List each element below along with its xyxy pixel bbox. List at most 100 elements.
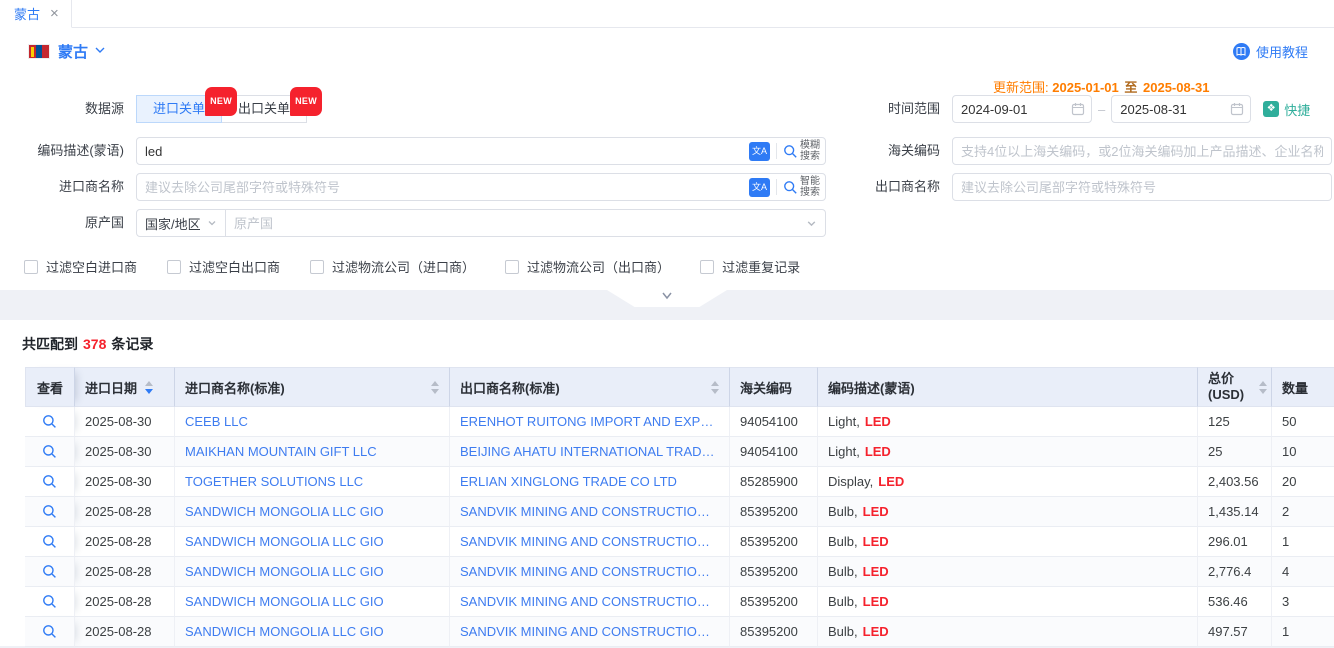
date-end-field[interactable] <box>1111 95 1251 123</box>
tab-import-declarations[interactable]: 进口关单 NEW <box>136 95 222 123</box>
table-row: 2025-08-28 SANDWICH MONGOLIA LLC GIO SAN… <box>25 587 1334 617</box>
checkbox-icon[interactable] <box>24 260 38 274</box>
chevron-down-icon[interactable] <box>94 44 106 59</box>
hs-code-input[interactable] <box>952 137 1332 165</box>
keyword-highlight: LED <box>863 624 889 639</box>
col-total-usd[interactable]: 总价 (USD) <box>1198 367 1272 407</box>
col-import-date[interactable]: 进口日期 <box>75 367 175 407</box>
cell-code-desc: Light, LED <box>818 407 1198 437</box>
tutorial-link[interactable]: 使用教程 <box>1233 42 1308 61</box>
view-record-button[interactable] <box>42 594 57 609</box>
code-desc-input[interactable] <box>136 137 826 165</box>
origin-label: 原产国 <box>24 209 136 237</box>
exporter-link[interactable]: BEIJING AHATU INTERNATIONAL TRADE C... <box>460 444 719 459</box>
col-importer[interactable]: 进口商名称(标准) <box>175 367 450 407</box>
translate-icon[interactable]: 文A <box>749 178 770 197</box>
cell-hs-code: 94054100 <box>730 437 818 467</box>
col-quantity: 数量 <box>1272 367 1334 407</box>
view-record-button[interactable] <box>42 444 57 459</box>
cell-quantity: 50 <box>1272 407 1334 437</box>
region-select[interactable]: 国家/地区 <box>136 209 226 237</box>
view-record-button[interactable] <box>42 624 57 639</box>
view-record-button[interactable] <box>42 504 57 519</box>
cell-total-usd: 497.57 <box>1198 617 1272 647</box>
smart-search-toggle[interactable]: 智能搜索 <box>783 176 820 198</box>
exporter-input[interactable] <box>952 173 1332 201</box>
table-row: 2025-08-28 SANDWICH MONGOLIA LLC GIO SAN… <box>25 497 1334 527</box>
cell-hs-code: 85395200 <box>730 527 818 557</box>
checkbox-icon[interactable] <box>310 260 324 274</box>
cell-code-desc: Bulb, LED <box>818 497 1198 527</box>
chevron-down-icon <box>207 218 217 228</box>
view-record-button[interactable] <box>42 564 57 579</box>
results-panel: 共匹配到378条记录 查看 进口日期 进口商名称(标准) 出口商名称(标准) 海… <box>0 320 1334 646</box>
cell-code-desc: Bulb, LED <box>818 527 1198 557</box>
filter-checkbox[interactable]: 过滤物流公司（出口商） <box>505 257 670 276</box>
quick-select-button[interactable]: ❖ 快捷 <box>1263 100 1310 119</box>
cell-total-usd: 1,435.14 <box>1198 497 1272 527</box>
exporter-link[interactable]: SANDVIK MINING AND CONSTRUCTION L... <box>460 564 719 579</box>
keyword-highlight: LED <box>863 594 889 609</box>
importer-link[interactable]: MAIKHAN MOUNTAIN GIFT LLC <box>185 444 377 459</box>
checkbox-icon[interactable] <box>700 260 714 274</box>
cell-import-date: 2025-08-30 <box>75 407 175 437</box>
translate-icon[interactable]: 文A <box>749 142 770 161</box>
keyword-highlight: LED <box>878 474 904 489</box>
book-icon <box>1233 43 1250 60</box>
col-code-desc: 编码描述(蒙语) <box>818 367 1198 407</box>
exporter-link[interactable]: SANDVIK MINING AND CONSTRUCTION L... <box>460 534 719 549</box>
hs-code-label: 海关编码 <box>842 137 952 165</box>
close-icon[interactable]: × <box>50 6 59 21</box>
checkbox-label: 过滤物流公司（进口商） <box>332 257 475 276</box>
data-source-tabs: 进口关单 NEW 出口关单 NEW <box>136 95 826 123</box>
cell-quantity: 1 <box>1272 617 1334 647</box>
origin-input[interactable] <box>226 209 826 237</box>
tab-mongolia[interactable]: 蒙古 × <box>0 0 72 28</box>
cell-hs-code: 85395200 <box>730 497 818 527</box>
checkbox-icon[interactable] <box>167 260 181 274</box>
cell-quantity: 4 <box>1272 557 1334 587</box>
chevron-down-icon[interactable] <box>806 217 817 232</box>
cell-import-date: 2025-08-28 <box>75 527 175 557</box>
table-row: 2025-08-28 SANDWICH MONGOLIA LLC GIO SAN… <box>25 557 1334 587</box>
cell-import-date: 2025-08-28 <box>75 617 175 647</box>
collapse-filters-handle[interactable] <box>607 290 727 307</box>
fuzzy-search-toggle[interactable]: 模糊搜索 <box>783 140 820 162</box>
filter-checkbox[interactable]: 过滤空白出口商 <box>167 257 280 276</box>
view-record-button[interactable] <box>42 534 57 549</box>
checkbox-label: 过滤物流公司（出口商） <box>527 257 670 276</box>
view-record-button[interactable] <box>42 414 57 429</box>
exporter-link[interactable]: SANDVIK MINING AND CONSTRUCTION L... <box>460 624 719 639</box>
importer-link[interactable]: TOGETHER SOLUTIONS LLC <box>185 474 363 489</box>
exporter-link[interactable]: SANDVIK MINING AND CONSTRUCTION L... <box>460 504 719 519</box>
importer-link[interactable]: SANDWICH MONGOLIA LLC GIO <box>185 534 384 549</box>
importer-link[interactable]: SANDWICH MONGOLIA LLC GIO <box>185 624 384 639</box>
cell-import-date: 2025-08-28 <box>75 497 175 527</box>
filter-checkbox[interactable]: 过滤重复记录 <box>700 257 800 276</box>
sort-icon <box>711 381 719 394</box>
filter-checkbox[interactable]: 过滤物流公司（进口商） <box>310 257 475 276</box>
importer-link[interactable]: SANDWICH MONGOLIA LLC GIO <box>185 594 384 609</box>
view-record-button[interactable] <box>42 474 57 489</box>
cell-quantity: 20 <box>1272 467 1334 497</box>
filter-checkbox-row: 过滤空白进口商 过滤空白出口商 过滤物流公司（进口商） 过滤物流公司（出口商） <box>24 257 1334 276</box>
exporter-link[interactable]: ERLIAN XINGLONG TRADE CO LTD <box>460 474 677 489</box>
importer-link[interactable]: SANDWICH MONGOLIA LLC GIO <box>185 504 384 519</box>
importer-link[interactable]: SANDWICH MONGOLIA LLC GIO <box>185 564 384 579</box>
calendar-icon[interactable] <box>1230 102 1244 119</box>
code-desc-label: 编码描述(蒙语) <box>24 137 136 165</box>
search-icon <box>783 180 798 195</box>
sort-icon <box>145 381 153 394</box>
table-body: 2025-08-30 CEEB LLC ERENHOT RUITONG IMPO… <box>25 407 1334 647</box>
col-exporter[interactable]: 出口商名称(标准) <box>450 367 730 407</box>
checkbox-icon[interactable] <box>505 260 519 274</box>
filter-checkbox[interactable]: 过滤空白进口商 <box>24 257 137 276</box>
importer-link[interactable]: CEEB LLC <box>185 414 248 429</box>
date-start-field[interactable] <box>952 95 1092 123</box>
calendar-icon[interactable] <box>1071 102 1085 119</box>
exporter-link[interactable]: SANDVIK MINING AND CONSTRUCTION L... <box>460 594 719 609</box>
exporter-link[interactable]: ERENHOT RUITONG IMPORT AND EXPORT ... <box>460 414 719 429</box>
table-header: 查看 进口日期 进口商名称(标准) 出口商名称(标准) 海关编码 编码描述(蒙语… <box>25 367 1334 407</box>
search-icon <box>42 594 57 609</box>
importer-input[interactable] <box>136 173 826 201</box>
